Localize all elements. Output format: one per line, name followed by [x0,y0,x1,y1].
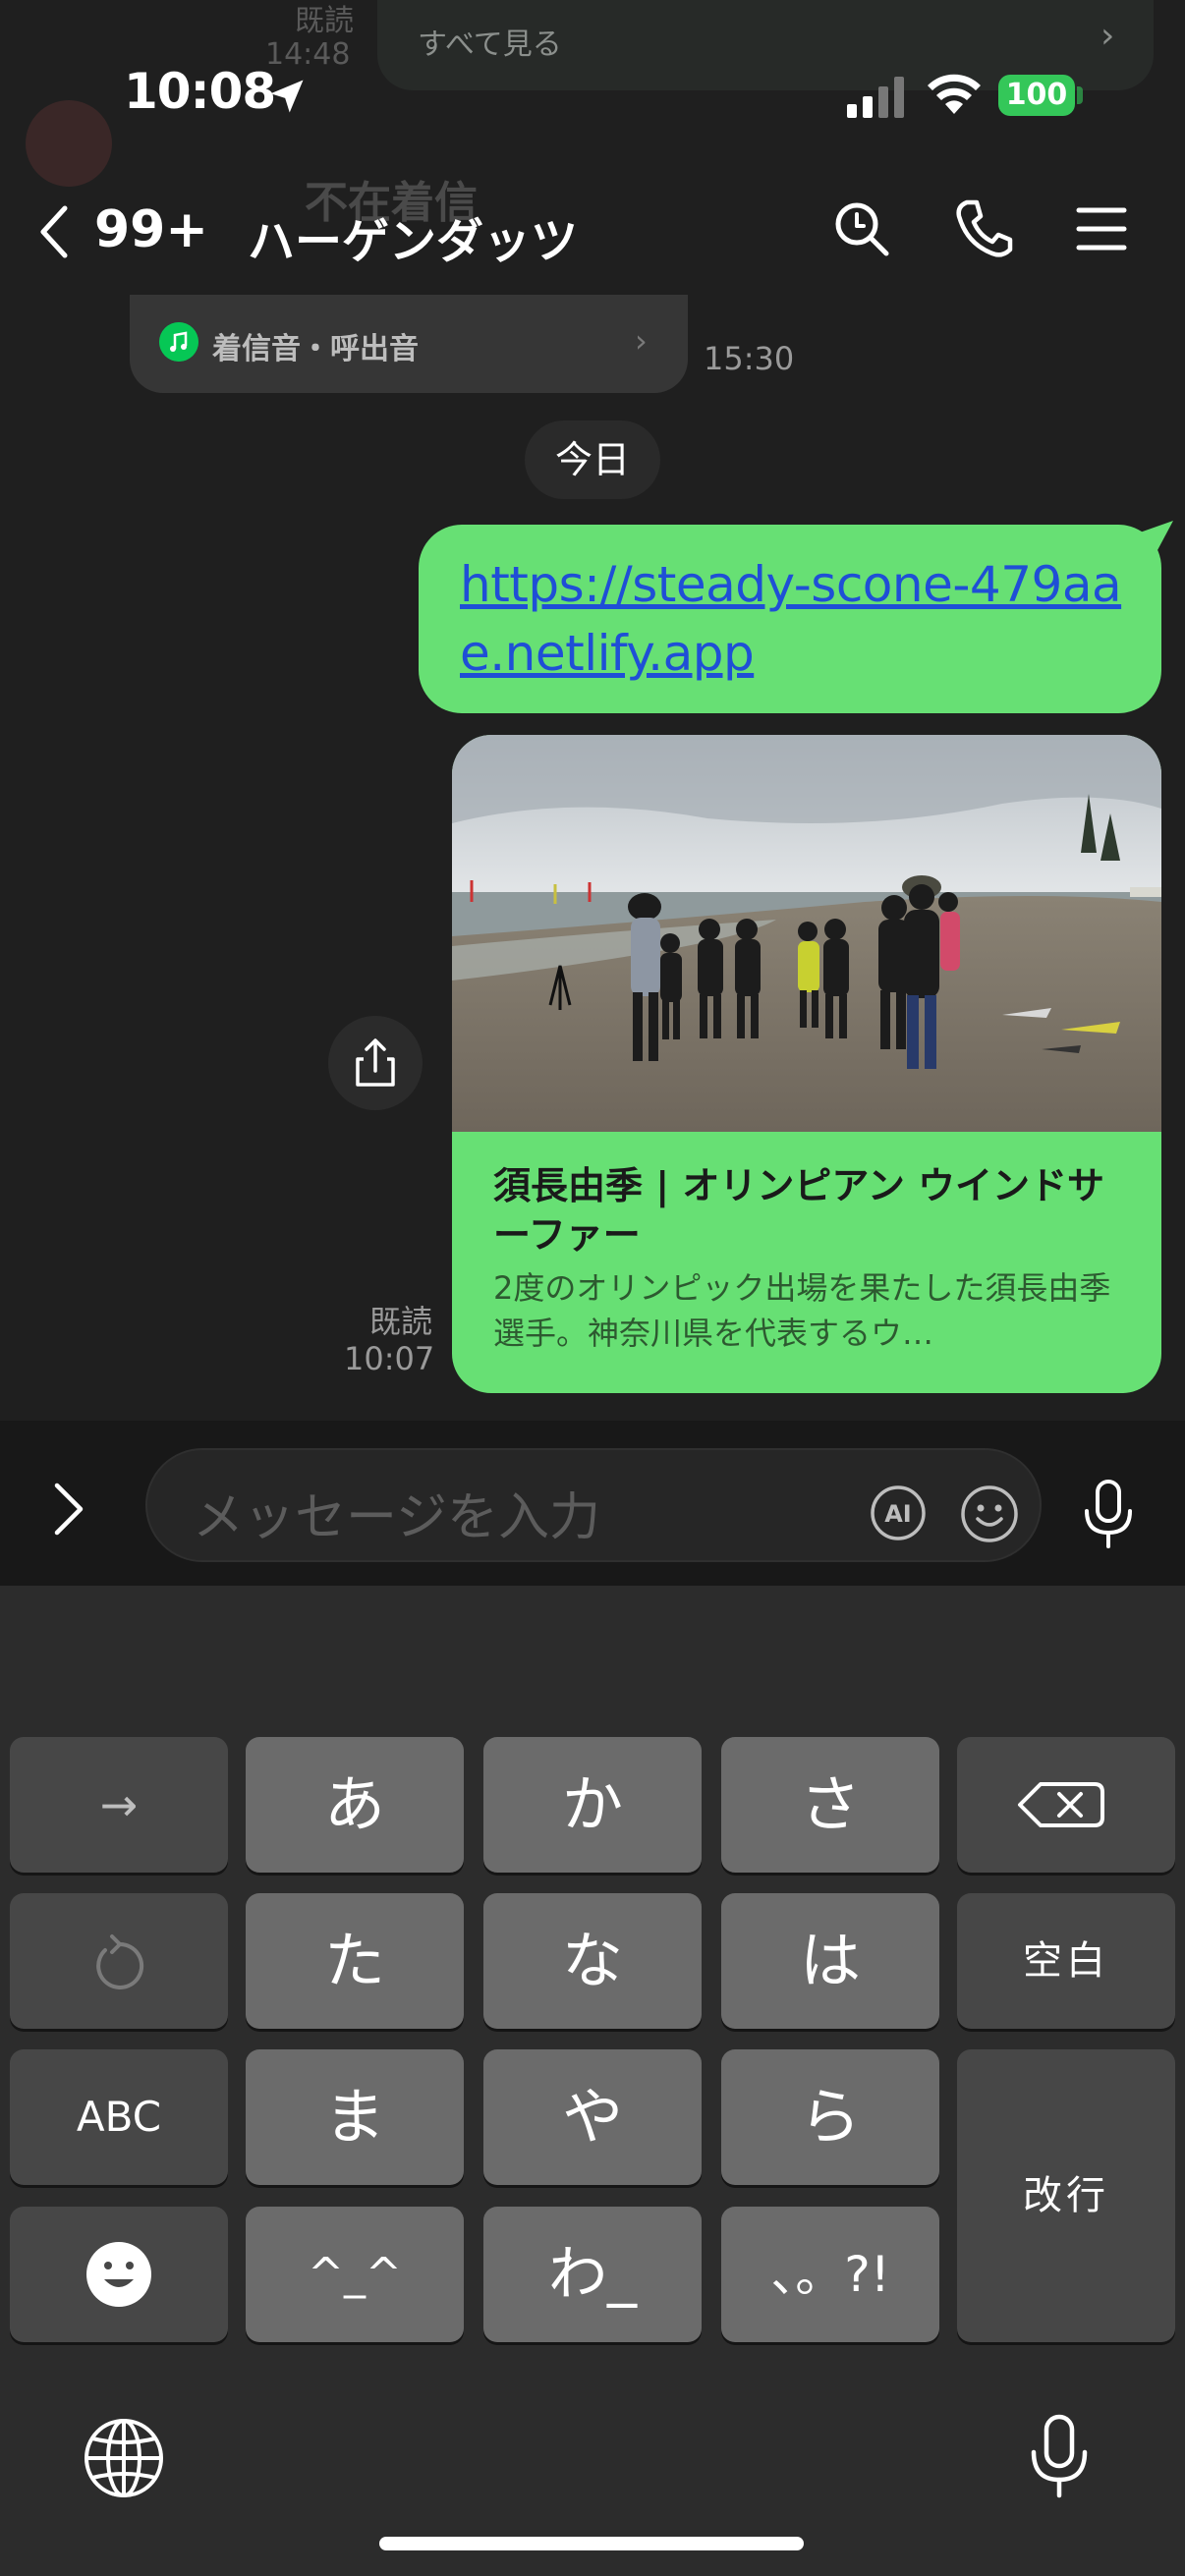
background-read-label: 既読 [295,4,354,38]
ringtone-label: 着信音・呼出音 [212,332,419,366]
key-return[interactable]: 改行 [957,2049,1175,2342]
key-sa[interactable]: さ [721,1737,939,1873]
key-abc[interactable]: ABC [10,2049,228,2185]
chevron-right-icon: › [635,322,648,360]
key-arrow[interactable]: → [10,1737,228,1873]
key-emoji[interactable] [10,2207,228,2342]
key-space[interactable]: 空白 [957,1893,1175,2029]
background-avatar [26,100,112,187]
keyboard-microphone-icon[interactable] [1028,2413,1091,2501]
menu-icon[interactable] [1075,204,1128,253]
preview-description: 2度のオリンピック出場を果たした須長由季選手。神奈川県を代表するウ… [493,1269,1111,1352]
key-undo[interactable] [10,1893,228,2029]
home-indicator[interactable] [379,2537,804,2550]
key-ha[interactable]: は [721,1893,939,2029]
bubble-tail [1140,521,1173,550]
key-ya[interactable]: や [483,2049,702,2185]
search-icon[interactable] [831,198,892,259]
share-icon [356,1038,395,1087]
ai-icon-label: AI [884,1500,912,1528]
key-wa[interactable]: わ_ [483,2207,702,2342]
location-arrow-icon [270,80,304,113]
cellular-signal-icon [847,77,904,118]
battery-indicator: 100 [998,75,1075,116]
key-ta[interactable]: た [246,1893,464,2029]
background-toast-text: すべて見る [418,28,562,62]
undo-icon [96,1934,144,1989]
share-button[interactable] [328,1016,423,1110]
key-a[interactable]: あ [246,1737,464,1873]
key-delete[interactable] [957,1737,1175,1873]
battery-tip [1077,86,1083,104]
background-chevron-icon: › [1100,16,1115,56]
preview-title: 須長由季 | オリンピアン ウインドサーファー [493,1164,1105,1257]
date-separator: 今日 [525,420,660,499]
wifi-icon [928,74,981,114]
key-ka[interactable]: か [483,1737,702,1873]
key-ma[interactable]: ま [246,2049,464,2185]
key-punctuation[interactable]: 、。?! [721,2207,939,2342]
key-ra[interactable]: ら [721,2049,939,2185]
microphone-icon[interactable] [1081,1478,1136,1552]
preview-photo [452,735,1161,1132]
back-button-count[interactable]: 99+ [94,200,208,259]
status-time: 10:08 [124,63,276,120]
emoji-icon[interactable] [959,1484,1020,1544]
background-time: 14:48 [265,37,351,72]
key-kaomoji[interactable]: ^_^ [246,2207,464,2342]
message-link[interactable]: https://steady-scone-479aae.netlify.app [460,550,1148,688]
message-input-placeholder: メッセージを入力 [193,1488,600,1547]
ringtone-timestamp: 15:30 [704,340,795,377]
link-preview-card[interactable]: 須長由季 | オリンピアン ウインドサーファー 2度のオリンピック出場を果たした… [452,735,1161,1393]
chat-title: ハーゲンダッツ [248,214,579,269]
key-na[interactable]: な [483,1893,702,2029]
expand-chevron-icon[interactable] [49,1478,88,1540]
read-receipt: 既読 [369,1303,433,1340]
ai-icon[interactable]: AI [869,1484,928,1542]
emoji-key-icon [86,2242,151,2307]
back-chevron-icon[interactable] [35,202,75,261]
phone-call-icon[interactable] [953,196,1014,261]
music-note-icon [159,322,198,362]
globe-icon[interactable] [83,2417,165,2499]
delete-icon [1018,1782,1104,1827]
message-timestamp: 10:07 [344,1340,435,1377]
